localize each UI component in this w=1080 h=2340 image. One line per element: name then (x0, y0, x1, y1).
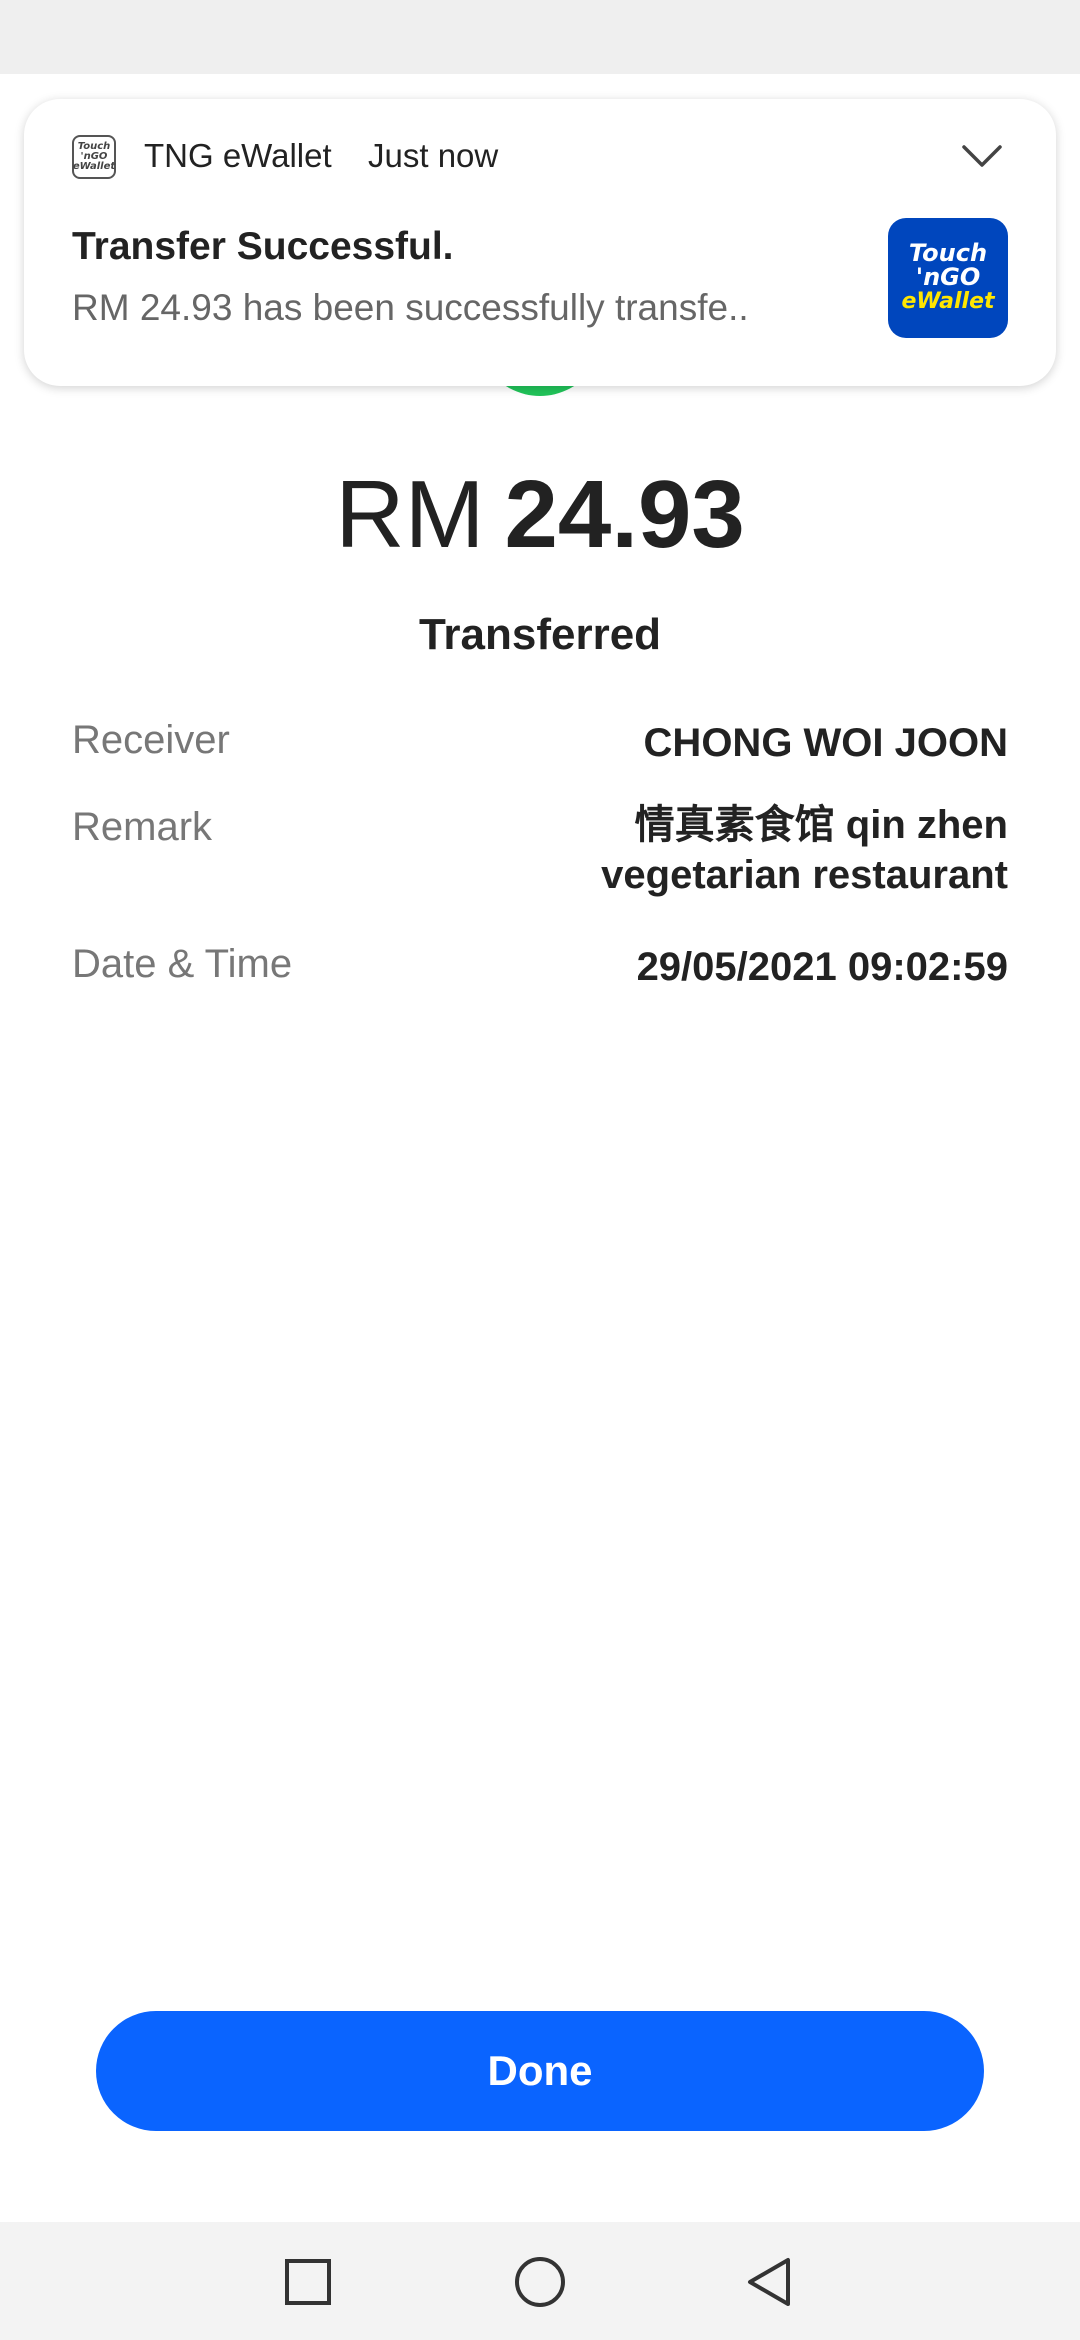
chevron-down-icon[interactable] (960, 141, 1004, 171)
logo-line: eWallet (901, 289, 995, 314)
notification-time: Just now (368, 137, 499, 174)
logo-line: Touch (908, 239, 988, 267)
notification-app-name: TNG eWallet (144, 137, 332, 174)
status-bar (0, 0, 1080, 74)
receiver-label: Receiver (72, 718, 230, 762)
screen: Touch 'nGO eWallet TNG eWallet Just now … (0, 0, 1080, 2340)
notification-body: RM 24.93 has been successfully transfe.. (72, 287, 749, 328)
notification-title: Transfer Successful. (72, 225, 454, 268)
amount-value: 24.93 (504, 461, 745, 568)
logo-line: 'nGO (915, 263, 981, 291)
small-icon-line: eWallet (72, 161, 116, 172)
amount-currency: RM (335, 461, 485, 568)
datetime-value: 29/05/2021 09:02:59 (636, 945, 1008, 989)
remark-label: Remark (72, 805, 213, 849)
notification-banner[interactable]: Touch 'nGO eWallet TNG eWallet Just now … (24, 99, 1056, 386)
remark-value-line: vegetarian restaurant (601, 853, 1008, 897)
back-triangle-icon[interactable] (740, 2252, 800, 2312)
done-button[interactable]: Done (96, 2011, 984, 2131)
datetime-label: Date & Time (72, 942, 293, 986)
home-circle-icon[interactable] (510, 2252, 570, 2312)
remark-value: 情真素食馆 qin zhen vegetarian restaurant (601, 800, 1008, 900)
tng-app-small-icon: Touch 'nGO eWallet (72, 135, 116, 179)
remark-value-line: 情真素食馆 qin zhen (634, 803, 1008, 847)
transfer-amount: RM 24.93 (0, 455, 1080, 575)
tng-ewallet-logo: Touch 'nGO eWallet (888, 218, 1008, 338)
receiver-value: CHONG WOI JOON (643, 721, 1008, 765)
recents-square-icon[interactable] (278, 2252, 338, 2312)
transfer-status: Transferred (418, 610, 662, 659)
